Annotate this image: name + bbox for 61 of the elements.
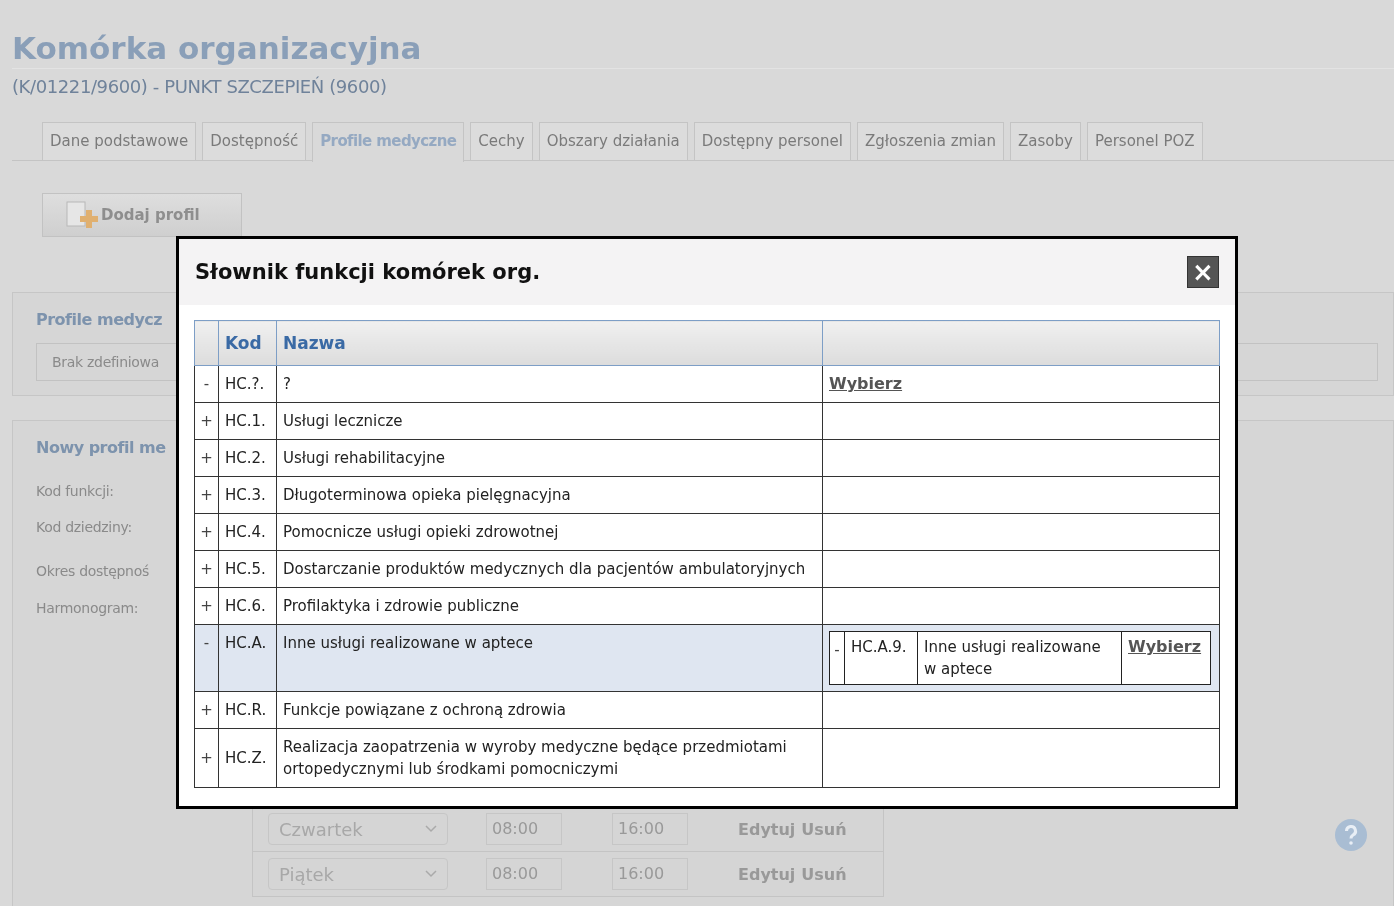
field-label: Harmonogram: — [36, 599, 139, 618]
code-cell: HC.2. — [218, 439, 277, 477]
field-label: Okres dostępnoś — [36, 562, 149, 581]
code-cell: HC.A. — [218, 624, 277, 692]
code-cell: HC.R. — [218, 691, 277, 729]
expand-toggle[interactable]: + — [194, 587, 219, 625]
table-row[interactable]: + HC.6. Profilaktyka i zdrowie publiczne — [194, 587, 1220, 625]
expand-toggle[interactable]: + — [194, 728, 219, 788]
table-row[interactable]: + HC.2. Usługi rehabilitacyjne — [194, 439, 1220, 477]
expand-toggle[interactable]: - — [194, 624, 219, 692]
name-cell: Dostarczanie produktów medycznych dla pacjentów ambulatoryjnych — [276, 550, 823, 588]
chevron-icon — [425, 825, 437, 833]
header-cell — [194, 320, 219, 366]
page-subtitle: (K/01221/9600) - PUNKT SZCZEPIEŃ (9600) — [12, 75, 388, 99]
name-cell: Realizacja zaopatrzenia w wyroby medyczne będące przedmiotami ortopedycznymi lub środkami pomocniczymi — [276, 728, 823, 788]
name-cell: Inne usługi realizowane w aptece — [276, 624, 823, 692]
panel-heading: Nowy profil me — [36, 437, 166, 459]
column-header: Kod — [218, 320, 277, 366]
expand-toggle[interactable]: + — [194, 402, 219, 440]
code-cell: HC.3. — [218, 476, 277, 514]
code-cell: HC.1. — [218, 402, 277, 440]
expand-toggle[interactable]: + — [194, 513, 219, 551]
page-title: Komórka organizacyjna — [12, 28, 1394, 69]
document-plus-icon — [65, 200, 99, 230]
expand-toggle[interactable]: + — [194, 476, 219, 514]
table-row[interactable]: + HC.4. Pomocnicze usługi opieki zdrowotnej — [194, 513, 1220, 551]
code-cell: HC.?. — [218, 365, 277, 403]
expand-toggle[interactable]: + — [194, 550, 219, 588]
name-cell: Usługi lecznicze — [276, 402, 823, 440]
expand-toggle[interactable]: - — [194, 365, 219, 403]
table-row[interactable]: + HC.R. Funkcje powiązane z ochroną zdrowia — [194, 691, 1220, 729]
code-cell: HC.5. — [218, 550, 277, 588]
field-label: Kod funkcji: — [36, 482, 114, 501]
code-cell: HC.6. — [218, 587, 277, 625]
column-header: Nazwa — [276, 320, 823, 366]
code-cell: HC.A.9. — [844, 631, 918, 685]
name-cell: Inne usługi realizowane w aptece — [917, 631, 1122, 685]
field-label: Kod dziedziny: — [36, 518, 132, 537]
select-link[interactable]: Wybierz — [829, 374, 903, 393]
name-cell: Usługi rehabilitacyjne — [276, 439, 823, 477]
name-cell: Funkcje powiązane z ochroną zdrowia — [276, 691, 823, 729]
table-row[interactable]: - HC.A. Inne usługi realizowane w aptece - HC.A.9. Inne usługi realizowane w aptece Wybierz — [194, 624, 1220, 692]
close-button[interactable]: × — [1187, 256, 1219, 288]
name-cell: Profilaktyka i zdrowie publiczne — [276, 587, 823, 625]
chevron-icon — [425, 870, 437, 878]
table-row[interactable]: + HC.Z. Realizacja zaopatrzenia w wyroby medyczne będące przedmiotami ortopedycznymi lub środkami pomocniczymi — [194, 728, 1220, 788]
table-row[interactable]: + HC.5. Dostarczanie produktów medycznych dla pacjentów ambulatoryjnych — [194, 550, 1220, 588]
help-icon[interactable] — [1334, 818, 1368, 852]
panel-heading: Profile medycz — [36, 309, 163, 331]
code-cell: HC.Z. — [218, 728, 277, 788]
name-cell: Pomocnicze usługi opieki zdrowotnej — [276, 513, 823, 551]
name-cell: Długoterminowa opieka pielęgnacyjna — [276, 476, 823, 514]
name-cell: ? — [276, 365, 823, 403]
code-cell: HC.4. — [218, 513, 277, 551]
table-row[interactable]: + HC.1. Usługi lecznicze — [194, 402, 1220, 440]
table-row[interactable]: + HC.3. Długoterminowa opieka pielęgnacyjna — [194, 476, 1220, 514]
table-row[interactable]: - HC.?. ? Wybierz — [194, 365, 1220, 403]
dialog-title: Słownik funkcji komórek org. — [195, 260, 541, 284]
expand-toggle[interactable]: + — [194, 439, 219, 477]
expand-toggle[interactable]: - — [829, 631, 845, 685]
expand-toggle[interactable]: + — [194, 691, 219, 729]
